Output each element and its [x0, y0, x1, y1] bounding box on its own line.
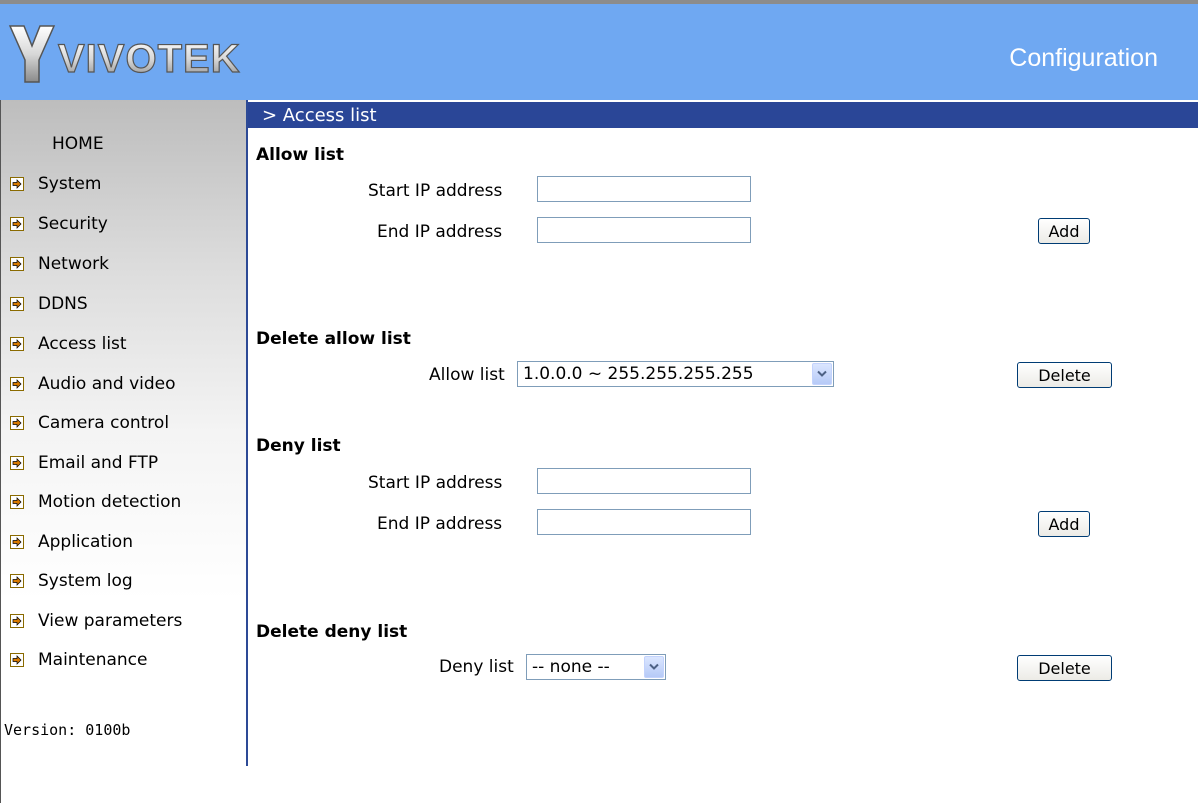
arrow-right-icon [10, 377, 24, 391]
sidebar-item-label: Security [38, 214, 108, 234]
allow-list-selected-value: 1.0.0.0 ~ 255.255.255.255 [523, 364, 754, 384]
left-border [0, 100, 1, 803]
deny-start-ip-input[interactable] [537, 468, 751, 494]
arrow-right-icon [10, 257, 24, 271]
arrow-right-icon [10, 535, 24, 549]
deny-start-ip-label: Start IP address [368, 473, 503, 493]
sidebar-item-camera-control[interactable]: Camera control [10, 410, 169, 436]
allow-end-ip-input[interactable] [537, 217, 751, 243]
deny-end-ip-label: End IP address [377, 514, 503, 534]
sidebar-item-network[interactable]: Network [10, 251, 109, 277]
sidebar-item-maintenance[interactable]: Maintenance [10, 647, 147, 673]
sidebar-item-label: Application [38, 532, 133, 552]
deny-add-button[interactable]: Add [1038, 511, 1090, 537]
sidebar-item-system[interactable]: System [10, 171, 101, 197]
delete-deny-list-heading: Delete deny list [256, 622, 408, 642]
delete-allow-list-heading: Delete allow list [256, 329, 411, 349]
deny-list-heading: Deny list [256, 436, 341, 456]
allow-start-ip-input[interactable] [537, 176, 751, 202]
arrow-right-icon [10, 337, 24, 351]
arrow-right-icon [10, 495, 24, 509]
sidebar-item-access-list[interactable]: Access list [10, 331, 127, 357]
sidebar-divider [246, 100, 248, 766]
header-bar: VIVOTEK Configuration [0, 4, 1198, 100]
sidebar-item-label: DDNS [38, 294, 88, 314]
sidebar-item-label: Maintenance [38, 650, 148, 670]
arrow-right-icon [10, 456, 24, 470]
sidebar-item-security[interactable]: Security [10, 211, 108, 237]
allow-end-ip-label: End IP address [377, 222, 503, 242]
version-text: Version: 0100b [4, 721, 131, 739]
allow-list-heading: Allow list [256, 145, 345, 165]
sidebar-item-ddns[interactable]: DDNS [10, 291, 88, 317]
chevron-down-icon[interactable] [812, 363, 832, 385]
sidebar-item-system-log[interactable]: System log [10, 568, 133, 594]
allow-add-button[interactable]: Add [1038, 218, 1090, 244]
sidebar-item-application[interactable]: Application [10, 529, 133, 555]
sidebar-item-label: Access list [38, 334, 127, 354]
allow-delete-button[interactable]: Delete [1017, 362, 1112, 388]
arrow-right-icon [10, 653, 24, 667]
arrow-right-icon [10, 217, 24, 231]
page-title-bar: > Access list [248, 102, 1198, 128]
sidebar-item-motion-detection[interactable]: Motion detection [10, 489, 181, 515]
allow-list-select-label: Allow list [429, 365, 505, 385]
page-header-title: Configuration [1009, 44, 1158, 72]
allow-list-select[interactable]: 1.0.0.0 ~ 255.255.255.255 [517, 361, 834, 387]
arrow-right-icon [10, 574, 24, 588]
deny-list-selected-value: -- none -- [532, 657, 610, 677]
sidebar-item-view-parameters[interactable]: View parameters [10, 608, 182, 634]
page-title: > Access list [262, 104, 377, 126]
sidebar-item-label: System log [38, 571, 133, 591]
sidebar-item-email-and-ftp[interactable]: Email and FTP [10, 450, 158, 476]
sidebar-item-label: System [38, 174, 102, 194]
chevron-down-icon[interactable] [644, 656, 664, 678]
vivotek-logo: VIVOTEK [8, 25, 241, 83]
sidebar-item-label: View parameters [38, 611, 183, 631]
arrow-right-icon [10, 177, 24, 191]
sidebar-item-label: Motion detection [38, 492, 182, 512]
deny-list-select[interactable]: -- none -- [526, 654, 666, 680]
allow-start-ip-label: Start IP address [368, 181, 503, 201]
sidebar-item-audio-and-video[interactable]: Audio and video [10, 371, 176, 397]
svg-text:VIVOTEK: VIVOTEK [58, 37, 241, 81]
deny-end-ip-input[interactable] [537, 509, 751, 535]
arrow-right-icon [10, 416, 24, 430]
arrow-right-icon [10, 297, 24, 311]
deny-list-select-label: Deny list [439, 657, 514, 677]
deny-delete-button[interactable]: Delete [1017, 655, 1112, 681]
sidebar-item-label: Email and FTP [38, 453, 159, 473]
sidebar-item-label: Network [38, 254, 109, 274]
sidebar-home-link[interactable]: HOME [52, 134, 104, 154]
sidebar-item-label: Camera control [38, 413, 170, 433]
arrow-right-icon [10, 614, 24, 628]
sidebar-item-label: Audio and video [38, 374, 176, 394]
